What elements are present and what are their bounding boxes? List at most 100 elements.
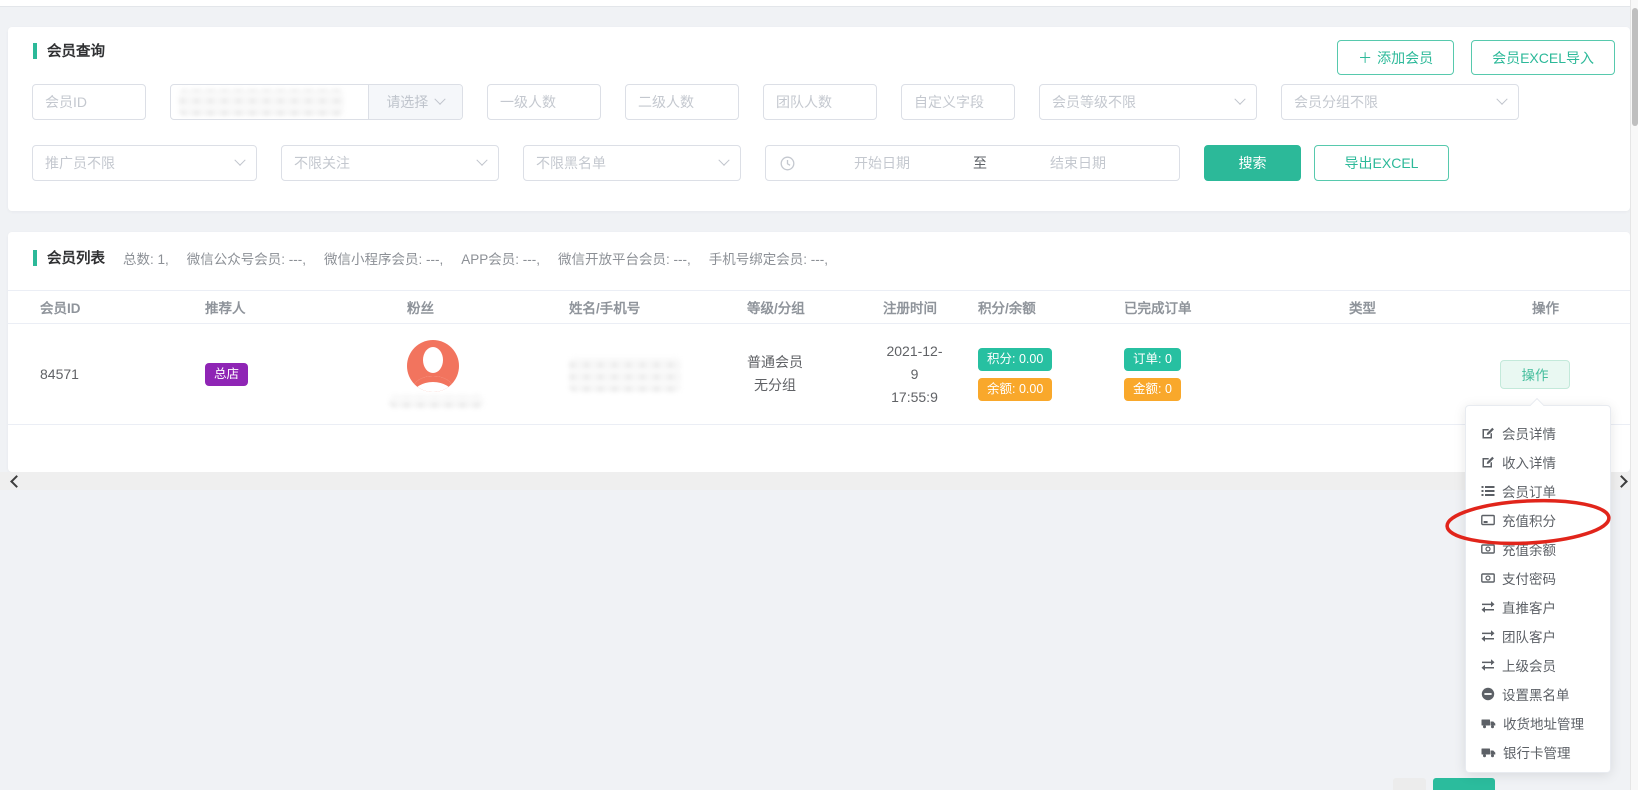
col-register-time: 注册时间 [851,297,946,317]
horizontal-scrollbar[interactable] [0,472,1638,490]
blacklist-select[interactable]: 不限黑名单 [523,145,741,181]
col-referrer: 推荐人 [173,297,375,317]
action-menu-item-label: 充值积分 [1502,510,1556,530]
action-menu-item-label: 充值余额 [1502,539,1556,559]
member-search-panel: 会员查询 ＋ 添加会员 会员EXCEL导入 请选择 会员等级不限 [8,27,1630,211]
pagination-stub-button[interactable] [1393,778,1426,790]
col-actions: 操作 [1478,297,1630,317]
action-menu-item-label: 团队客户 [1502,626,1556,646]
action-menu-item-6[interactable]: 支付密码 [1466,563,1610,592]
col-member-id: 会员ID [8,297,173,317]
action-menu-item-label: 银行卡管理 [1503,742,1571,762]
truck-icon [1481,745,1496,759]
date-end-placeholder[interactable]: 结束日期 [991,153,1165,173]
member-id-input[interactable] [32,84,146,120]
action-menu-item-12[interactable]: 银行卡管理 [1466,737,1610,766]
action-menu-item-3[interactable]: 会员订单 [1466,476,1610,505]
action-menu-item-label: 收入详情 [1502,452,1556,472]
date-separator: 至 [969,153,991,173]
add-member-label: 添加会员 [1377,48,1433,68]
excel-import-label: 会员EXCEL导入 [1492,48,1594,68]
col-type: 类型 [1317,297,1478,317]
col-fans: 粉丝 [375,297,537,317]
action-menu-item-label: 直推客户 [1502,597,1556,617]
search-title-text: 会员查询 [47,40,105,61]
title-accent-bar [33,250,37,266]
member-list-panel: 会员列表 总数: 1, 微信公众号会员: ---, 微信小程序会员: ---, … [8,232,1630,472]
row-action-menu: 会员详情收入详情会员订单充值积分充值余额支付密码直推客户团队客户上级会员设置黑名… [1465,405,1611,773]
promoter-select[interactable]: 推广员不限 [32,145,257,181]
action-menu-item-label: 会员订单 [1502,481,1556,501]
level1-count-input[interactable] [487,84,601,120]
member-level: 普通会员 [747,354,803,370]
action-menu-item-11[interactable]: 收货地址管理 [1466,708,1610,737]
stat-open-platform: 微信开放平台会员: ---, [558,248,691,268]
member-group-select-label: 会员分组不限 [1294,92,1378,112]
member-level-select-label: 会员等级不限 [1052,92,1136,112]
excel-import-button[interactable]: 会员EXCEL导入 [1471,40,1615,75]
stat-phone-bound: 手机号绑定会员: ---, [709,248,828,268]
blurred-input-content [179,89,344,116]
date-range-picker[interactable]: 开始日期 至 结束日期 [765,145,1180,181]
search-type-select-label: 请选择 [386,92,428,112]
level2-count-input[interactable] [625,84,739,120]
member-avatar[interactable] [407,340,459,392]
export-excel-label: 导出EXCEL [1345,153,1419,173]
page-top-edge [0,0,1638,7]
follow-select-label: 不限关注 [294,153,350,173]
add-member-button[interactable]: ＋ 添加会员 [1337,40,1454,75]
export-excel-button[interactable]: 导出EXCEL [1314,145,1449,181]
vertical-scrollbar[interactable] [1630,0,1638,790]
cell-member-id: 84571 [8,366,173,382]
edit-icon [1481,455,1495,469]
action-menu-item-4[interactable]: 充值积分 [1466,505,1610,534]
orders-badge: 订单: 0 [1124,348,1181,371]
blurred-avatar-name [389,395,484,408]
date-start-placeholder[interactable]: 开始日期 [795,153,969,173]
block-icon [1481,687,1495,701]
team-count-input[interactable] [763,84,877,120]
member-level-select[interactable]: 会员等级不限 [1039,84,1257,120]
list-icon [1481,484,1495,498]
blurred-search-input-group[interactable]: 请选择 [170,84,463,120]
banknote-icon [1481,571,1495,585]
vertical-scrollbar-thumb[interactable] [1632,8,1638,126]
search-button[interactable]: 搜索 [1204,145,1301,181]
blurred-input[interactable] [171,85,368,119]
action-menu-item-10[interactable]: 设置黑名单 [1466,679,1610,708]
action-menu-item-label: 设置黑名单 [1502,684,1570,704]
blurred-name-phone [569,357,681,392]
points-badge: 积分: 0.00 [978,348,1052,371]
member-group-select[interactable]: 会员分组不限 [1281,84,1519,120]
chevron-down-icon [435,94,446,105]
balance-badge: 余额: 0.00 [978,378,1052,401]
chevron-down-icon [476,155,487,166]
edit-icon [1481,426,1495,440]
register-time: 17:55:9 [891,389,938,405]
search-type-select[interactable]: 请选择 [368,85,462,119]
table-header-row: 会员ID 推荐人 粉丝 姓名/手机号 等级/分组 注册时间 积分/余额 已完成订… [8,290,1630,324]
col-level-group: 等级/分组 [715,297,851,317]
stat-mini-program: 微信小程序会员: ---, [324,248,443,268]
follow-select[interactable]: 不限关注 [281,145,499,181]
action-menu-item-8[interactable]: 团队客户 [1466,621,1610,650]
action-menu-item-label: 支付密码 [1502,568,1556,588]
row-action-button[interactable]: 操作 [1500,360,1570,389]
pagination-stub-confirm-button[interactable] [1433,778,1495,790]
list-panel-title: 会员列表 总数: 1, 微信公众号会员: ---, 微信小程序会员: ---, … [33,247,828,268]
register-date: 2021-12-9 [886,343,942,382]
action-menu-item-1[interactable]: 会员详情 [1466,418,1610,447]
chevron-down-icon [718,155,729,166]
swap-icon [1481,600,1495,614]
action-menu-item-5[interactable]: 充值余额 [1466,534,1610,563]
clock-icon [780,156,795,171]
col-completed-orders: 已完成订单 [1092,297,1317,317]
action-menu-item-label: 收货地址管理 [1503,713,1584,733]
promoter-select-label: 推广员不限 [45,153,115,173]
action-menu-item-7[interactable]: 直推客户 [1466,592,1610,621]
custom-field-input[interactable] [901,84,1015,120]
action-menu-item-9[interactable]: 上级会员 [1466,650,1610,679]
chevron-down-icon [1234,94,1245,105]
action-menu-item-2[interactable]: 收入详情 [1466,447,1610,476]
amount-badge: 金额: 0 [1124,378,1181,401]
